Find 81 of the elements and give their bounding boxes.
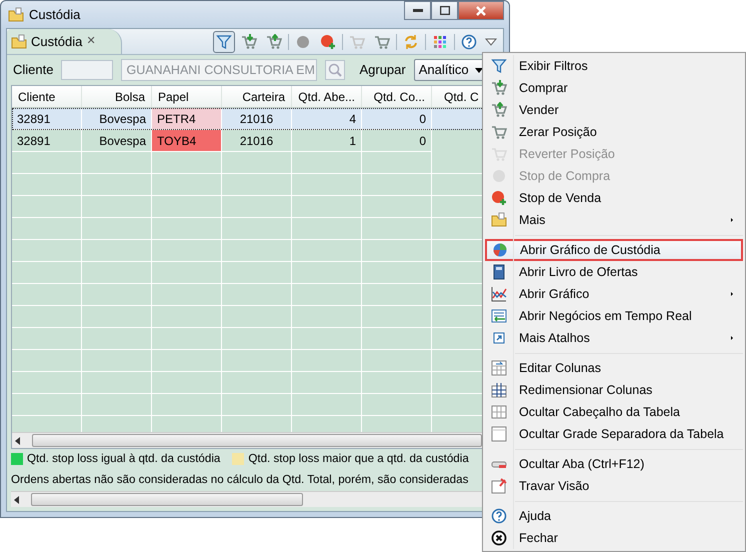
legend-label: Qtd. stop loss maior que a qtd. da custódia xyxy=(248,451,469,468)
folder-icon xyxy=(11,34,27,50)
circle-icon xyxy=(491,190,507,206)
line-chart-icon xyxy=(491,286,507,302)
filter-icon xyxy=(216,34,232,50)
table-cell: 32891 xyxy=(12,130,82,152)
column-header[interactable]: Cliente xyxy=(12,86,82,107)
column-header[interactable]: Qtd. Co... xyxy=(362,86,432,107)
table-cell: 4 xyxy=(292,108,362,130)
grid-icon xyxy=(491,360,507,376)
minimize-button[interactable] xyxy=(404,1,431,20)
table-cell: 0 xyxy=(362,108,432,130)
folder-icon xyxy=(8,6,24,22)
close-icon xyxy=(476,6,486,16)
book-icon xyxy=(491,264,507,280)
tab[interactable]: Custódia ✕ xyxy=(7,29,122,54)
column-header[interactable]: Qtd. Abe... xyxy=(292,86,362,107)
close-icon xyxy=(491,530,507,546)
menu-item[interactable]: Abrir Gráfico xyxy=(485,283,743,305)
legend-label: Qtd. stop loss igual à qtd. da custódia xyxy=(27,451,220,468)
client-code-field[interactable] xyxy=(61,60,114,80)
refresh-icon xyxy=(403,34,419,50)
minimize-icon xyxy=(412,8,422,12)
table-cell: 21016 xyxy=(222,130,292,152)
tab-label: Custódia xyxy=(31,32,82,51)
menu-item[interactable]: Abrir Livro de Ofertas xyxy=(485,261,743,283)
menu-item[interactable]: Ajuda xyxy=(485,505,743,527)
menu-item[interactable]: Stop de Venda xyxy=(485,187,743,209)
window-icon xyxy=(491,426,507,442)
cart-icon xyxy=(374,34,390,50)
menu-item[interactable]: Travar Visão xyxy=(485,475,743,497)
footer-note: Ordens abertas não são consideradas no cálculo da Qtd. Total, porém, são consideradas xyxy=(11,472,468,488)
field-label: Agrupar xyxy=(359,61,406,80)
menu-item[interactable]: Ocultar Aba (Ctrl+F12) xyxy=(485,453,743,475)
cart-icon xyxy=(241,34,257,50)
shortcut-icon xyxy=(491,330,507,346)
column-header[interactable]: Papel xyxy=(152,86,222,107)
field-label: Cliente xyxy=(13,61,54,80)
grid-icon xyxy=(491,382,507,398)
table-cell: TOYB4 xyxy=(152,130,222,152)
pie-chart-icon xyxy=(492,242,508,258)
tab-close-button[interactable]: ✕ xyxy=(86,33,96,50)
cart-icon xyxy=(491,80,507,96)
menu-item[interactable]: Mais xyxy=(485,209,743,231)
cart-icon xyxy=(491,102,507,118)
circle-icon xyxy=(320,34,336,50)
help-icon xyxy=(491,508,507,524)
maximize-icon xyxy=(440,6,450,15)
menu-item[interactable]: Redimensionar Colunas xyxy=(485,379,743,401)
table-cell: 0 xyxy=(362,130,432,152)
menu-item[interactable]: Ocultar Grade Separadora da Tabela xyxy=(485,423,743,445)
menu-item[interactable]: Ocultar Cabeçalho da Tabela xyxy=(485,401,743,423)
cart-icon xyxy=(349,34,365,50)
help-icon xyxy=(461,34,477,50)
grid-icon xyxy=(491,404,507,420)
menu-item[interactable]: Editar Colunas xyxy=(485,357,743,379)
column-header[interactable]: Bolsa xyxy=(82,86,152,107)
search-button[interactable] xyxy=(325,60,346,80)
filter-button[interactable] xyxy=(213,30,235,52)
menu-item[interactable]: Abrir Negócios em Tempo Real xyxy=(485,305,743,327)
folder-icon xyxy=(491,212,507,228)
table-icon xyxy=(491,308,507,324)
cart-icon xyxy=(491,124,507,140)
circle-icon xyxy=(295,34,311,50)
grid-icon xyxy=(432,34,448,50)
scroll-left-icon[interactable] xyxy=(14,496,20,504)
column-header[interactable]: Carteira xyxy=(222,86,292,107)
close-button[interactable] xyxy=(458,1,504,20)
maximize-button[interactable] xyxy=(431,1,458,20)
scroll-left-icon[interactable] xyxy=(15,436,21,444)
table-cell: PETR4 xyxy=(152,108,222,130)
cart-icon xyxy=(266,34,282,50)
menu-item[interactable]: Fechar xyxy=(485,527,743,549)
menu-item[interactable]: Abrir Gráfico de Custódia xyxy=(485,239,743,261)
window-title: Custódia xyxy=(29,6,80,24)
table-cell: 21016 xyxy=(222,108,292,130)
table-cell: 1 xyxy=(292,130,362,152)
menu-item[interactable]: Mais Atalhos xyxy=(485,327,743,349)
table-cell: 32891 xyxy=(12,108,82,130)
table-row[interactable]: 32891 Bovespa TOYB4 21016 1 0 xyxy=(12,130,498,152)
filter-icon xyxy=(491,58,507,74)
